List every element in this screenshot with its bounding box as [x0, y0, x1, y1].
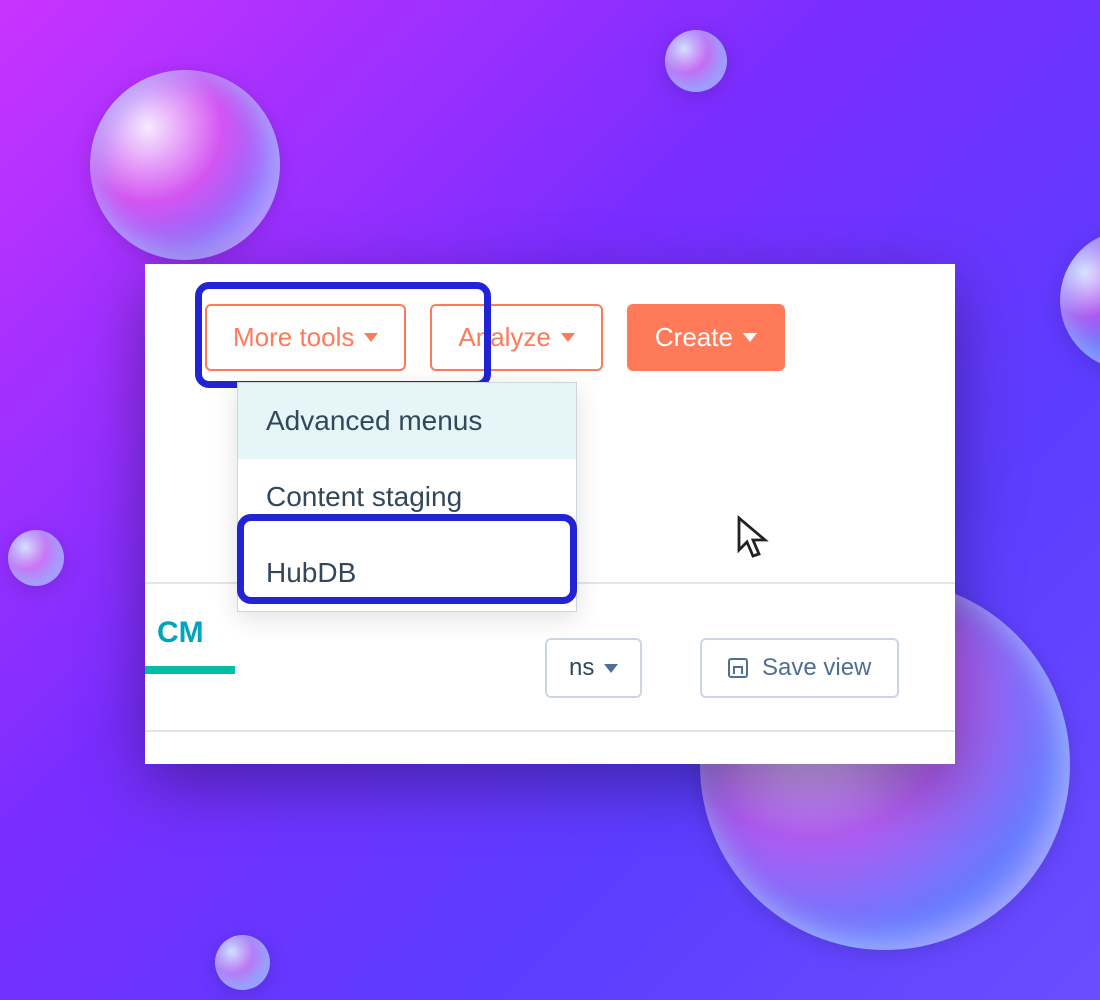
tab-cms[interactable]: CM — [145, 608, 216, 658]
save-view-label: Save view — [762, 654, 871, 682]
dropdown-item-label: Advanced menus — [266, 405, 482, 436]
more-tools-dropdown: Advanced menus Content staging HubDB — [237, 382, 577, 612]
app-panel: More tools Analyze Create Advanced menus… — [145, 264, 955, 764]
tab-active-underline — [145, 666, 235, 674]
cursor-icon — [735, 514, 775, 562]
more-tools-button[interactable]: More tools — [205, 304, 406, 371]
dropdown-item-content-staging[interactable]: Content staging — [238, 459, 576, 535]
analyze-label: Analyze — [458, 322, 551, 353]
save-view-button[interactable]: Save view — [700, 638, 899, 698]
truncated-dropdown-button[interactable]: ns — [545, 638, 642, 698]
dropdown-item-advanced-menus[interactable]: Advanced menus — [238, 383, 576, 459]
decorative-bubble — [90, 70, 280, 260]
caret-down-icon — [604, 664, 618, 673]
divider-line — [145, 730, 955, 732]
analyze-button[interactable]: Analyze — [430, 304, 603, 371]
decorative-bubble — [215, 935, 270, 990]
tab-cms-label: CM — [157, 616, 204, 649]
dropdown-item-label: HubDB — [266, 557, 356, 588]
decorative-bubble — [1060, 230, 1100, 370]
caret-down-icon — [743, 333, 757, 342]
create-button[interactable]: Create — [627, 304, 785, 371]
toolbar: More tools Analyze Create — [205, 304, 785, 371]
decorative-bubble — [8, 530, 64, 586]
decorative-bubble — [665, 30, 727, 92]
caret-down-icon — [561, 333, 575, 342]
more-tools-label: More tools — [233, 322, 354, 353]
create-label: Create — [655, 322, 733, 353]
lower-row: CM ns Save view — [145, 600, 955, 730]
save-icon — [728, 658, 748, 678]
dropdown-item-label: Content staging — [266, 481, 462, 512]
caret-down-icon — [364, 333, 378, 342]
truncated-button-label: ns — [569, 654, 594, 682]
